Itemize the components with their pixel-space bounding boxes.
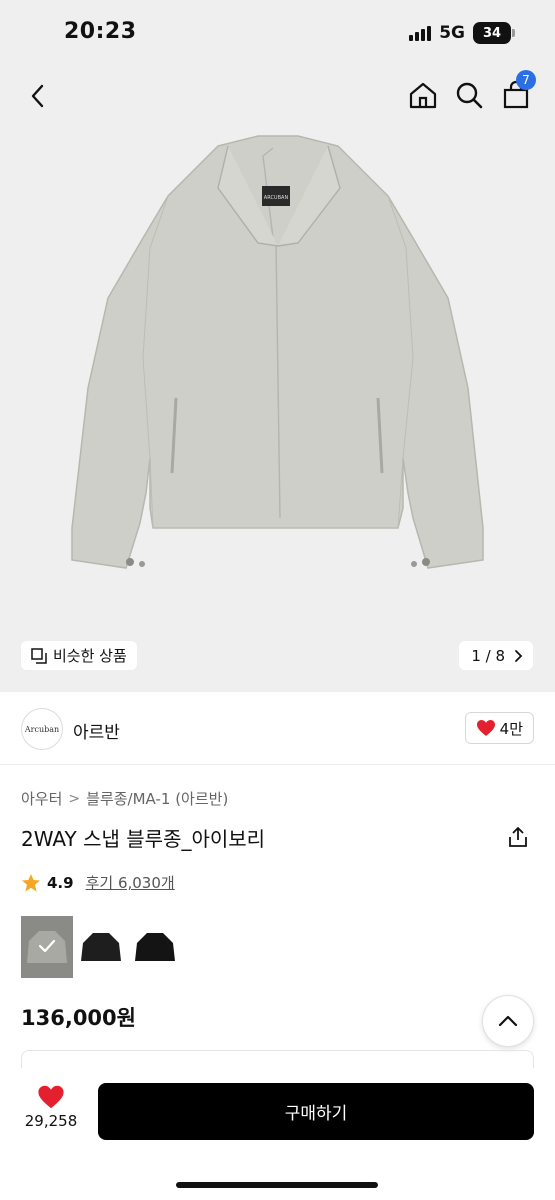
jacket-label: ARCUBAN (264, 195, 289, 201)
similar-products-label: 비슷한 상품 (53, 647, 127, 665)
back-button[interactable] (20, 78, 56, 114)
product-gallery[interactable]: 20:23 5G 34 7 ARCUBAN 비슷한 상품 1 / 8 (0, 0, 555, 692)
buy-button[interactable]: 구매하기 (98, 1083, 534, 1140)
rating-value: 4.9 (47, 873, 74, 892)
home-button[interactable] (404, 76, 442, 114)
brand-logo[interactable]: Arcuban (21, 708, 63, 750)
color-options (21, 916, 181, 978)
check-icon (38, 939, 56, 953)
color-option-black[interactable] (75, 916, 127, 978)
brand-logo-text: Arcuban (24, 724, 60, 734)
top-navigation: 7 (0, 70, 555, 120)
status-indicators: 5G 34 (409, 22, 515, 44)
cart-button[interactable]: 7 (496, 70, 536, 114)
brand-name[interactable]: 아르반 (73, 718, 120, 743)
bottom-action-bar: 29,258 구매하기 (0, 1068, 555, 1200)
breadcrumb-category[interactable]: 아우터 (21, 788, 62, 809)
pager-text: 1 / 8 (471, 646, 505, 665)
heart-icon (38, 1085, 64, 1109)
rating-row: 4.9 후기 6,030개 (21, 872, 175, 893)
thumbnail-jacket-black (81, 933, 121, 961)
signal-icon (409, 25, 432, 41)
reviews-link[interactable]: 후기 6,030개 (86, 872, 175, 893)
search-icon (456, 82, 483, 109)
similar-icon (31, 647, 47, 664)
chevron-up-icon (498, 1015, 518, 1027)
chevron-right-icon (515, 649, 523, 662)
product-image: ARCUBAN (71, 135, 484, 569)
network-type: 5G (439, 23, 465, 43)
thumbnail-jacket-black-2 (135, 933, 175, 961)
breadcrumb-separator-icon: > (68, 790, 81, 807)
wishlist-count: 29,258 (24, 1112, 78, 1130)
heart-icon (476, 720, 495, 736)
status-time: 20:23 (64, 19, 137, 44)
star-icon (22, 873, 40, 891)
search-button[interactable] (450, 76, 488, 114)
wishlist-button[interactable]: 29,258 (18, 1084, 84, 1140)
back-icon (31, 84, 44, 108)
color-option-black-2[interactable] (129, 916, 181, 978)
scroll-to-top-button[interactable] (482, 995, 534, 1047)
brand-like-button[interactable]: 4만 (464, 712, 534, 744)
breadcrumb: 아우터 > 블루종/MA-1 (아르반) (21, 788, 228, 809)
color-option-ivory[interactable] (21, 916, 73, 978)
breadcrumb-subcategory[interactable]: 블루종/MA-1 (아르반) (86, 788, 228, 809)
battery-icon: 34 (473, 22, 515, 44)
image-pager[interactable]: 1 / 8 (459, 641, 533, 670)
brand-like-count: 4만 (499, 719, 523, 738)
home-icon (409, 82, 437, 109)
share-icon (509, 827, 527, 847)
cart-count-badge: 7 (516, 70, 536, 90)
share-button[interactable] (505, 824, 531, 850)
status-bar: 20:23 5G 34 (0, 0, 555, 66)
product-price: 136,000원 (21, 1006, 136, 1030)
brand-row[interactable]: Arcuban 아르반 4만 (0, 692, 555, 765)
home-indicator (176, 1182, 378, 1188)
product-title: 2WAY 스냅 블루종_아이보리 (21, 827, 266, 851)
similar-products-button[interactable]: 비슷한 상품 (21, 641, 137, 670)
battery-level: 34 (482, 25, 502, 41)
